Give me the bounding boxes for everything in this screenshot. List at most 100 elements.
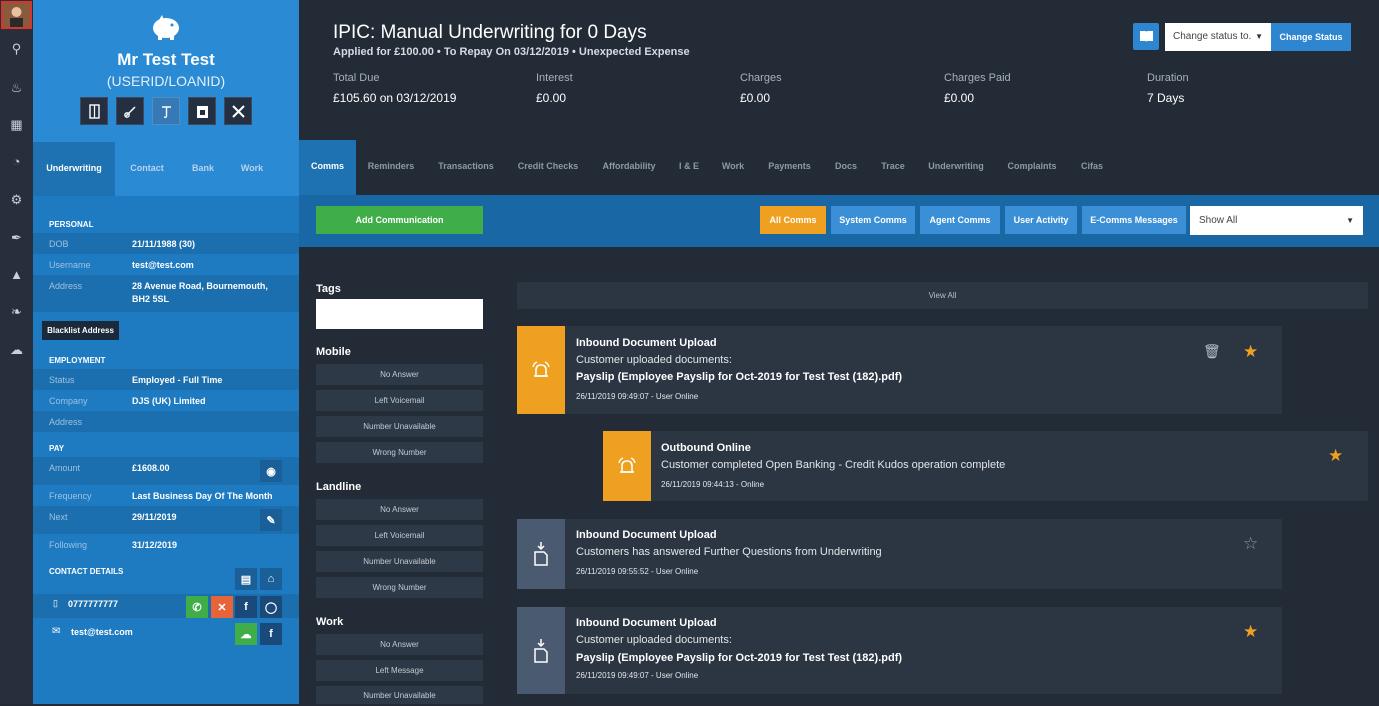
cloud-icon[interactable]: ☁ [8, 341, 25, 358]
chat-icon[interactable]: ◯ [260, 596, 282, 618]
bank-icon[interactable]: ⌂ [260, 568, 282, 590]
work-number-unavailable-button[interactable]: Number Unavailable [316, 686, 483, 704]
landline-no-answer-button[interactable]: No Answer [316, 499, 483, 520]
star-outline-icon[interactable]: ☆ [1243, 534, 1258, 554]
tab-credit-checks[interactable]: Credit Checks [513, 140, 583, 195]
contact-heading: CONTACT DETAILS [49, 567, 124, 576]
book-icon[interactable] [1133, 23, 1159, 50]
system-comms-button[interactable]: System Comms [831, 206, 915, 234]
phone-value[interactable]: 0777777777 [68, 598, 118, 611]
amount-label: Amount [49, 463, 81, 473]
tab-reminders[interactable]: Reminders [362, 140, 420, 195]
tab-work[interactable]: Work [227, 142, 277, 196]
mobile-number-unavailable-button[interactable]: Number Unavailable [316, 416, 483, 437]
star-icon[interactable]: ★ [1243, 342, 1258, 362]
comm-meta: 26/11/2019 09:49:07 - User Online [576, 392, 699, 401]
username-value: test@test.com [132, 260, 194, 270]
tab-docs[interactable]: Docs [830, 140, 862, 195]
star-icon[interactable]: ★ [1328, 446, 1343, 466]
comm-attachment[interactable]: Payslip (Employee Payslip for Oct-2019 f… [576, 652, 902, 664]
stat-label-charges: Charges [740, 72, 782, 84]
mobile-icon: ▯ [53, 598, 58, 608]
landline-left-voicemail-button[interactable]: Left Voicemail [316, 525, 483, 546]
avatar[interactable] [1, 1, 32, 29]
email-icon: ✉ [52, 626, 61, 637]
comm-card[interactable]: Inbound Document Upload Customers has an… [517, 519, 1282, 589]
bell-icon[interactable]: ♨ [8, 79, 25, 96]
tab-transactions[interactable]: Transactions [433, 140, 499, 195]
work-no-answer-button[interactable]: No Answer [316, 634, 483, 655]
change-status-button[interactable]: Change Status [1271, 23, 1351, 51]
tab-underwriting[interactable]: Underwriting [924, 140, 988, 195]
search-icon[interactable]: ⚲ [8, 40, 25, 57]
online-icon[interactable]: ☁ [235, 623, 257, 645]
comm-card[interactable]: Inbound Document Upload Customer uploade… [517, 607, 1282, 694]
next-value: 29/11/2019 [132, 512, 177, 522]
stat-label-total-due: Total Due [333, 72, 380, 84]
tab-complaints[interactable]: Complaints [1002, 140, 1062, 195]
mobile-left-voicemail-button[interactable]: Left Voicemail [316, 390, 483, 411]
tab-comms[interactable]: Comms [299, 140, 356, 195]
agent-comms-button[interactable]: Agent Comms [920, 206, 1000, 234]
all-comms-button[interactable]: All Comms [760, 206, 826, 234]
comm-text: Customer uploaded documents: [576, 634, 732, 646]
chevron-down-icon: ▼ [1255, 32, 1263, 41]
tools-icon[interactable] [224, 97, 252, 125]
tab-contact[interactable]: Contact [115, 142, 179, 196]
tab-work[interactable]: Work [717, 140, 749, 195]
following-value: 31/12/2019 [132, 540, 178, 550]
tab-cifas[interactable]: Cifas [1076, 140, 1108, 195]
tab-payments[interactable]: Payments [763, 140, 816, 195]
tab-affordability[interactable]: Affordability [597, 140, 661, 195]
work-left-message-button[interactable]: Left Message [316, 660, 483, 681]
landline-number-unavailable-button[interactable]: Number Unavailable [316, 551, 483, 572]
door-icon[interactable] [80, 97, 108, 125]
megaphone-icon[interactable]: ▲ [8, 266, 25, 283]
guitar-icon[interactable]: ✒ [8, 229, 25, 246]
amount-value: £1608.00 [132, 463, 170, 473]
tab-underwriting[interactable]: Underwriting [33, 142, 115, 196]
blacklist-address-button[interactable]: Blacklist Address [42, 321, 119, 340]
pie-chart-icon[interactable]: ◔ [8, 153, 25, 170]
star-icon[interactable]: ★ [1243, 622, 1258, 642]
mobile-no-answer-button[interactable]: No Answer [316, 364, 483, 385]
email-value[interactable]: test@test.com [71, 626, 133, 639]
edit-pencil-icon[interactable]: ✎ [260, 509, 282, 531]
landline-heading: Landline [316, 481, 362, 493]
company-value: DJS (UK) Limited [132, 396, 206, 406]
comm-card[interactable]: Outbound Online Customer completed Open … [603, 431, 1368, 501]
add-communication-button[interactable]: Add Communication [316, 206, 483, 234]
facebook-icon[interactable]: f [235, 596, 257, 618]
tab-bank[interactable]: Bank [179, 142, 227, 196]
user-activity-button[interactable]: User Activity [1005, 206, 1077, 234]
tags-input[interactable] [316, 299, 483, 329]
guitar-icon[interactable] [116, 97, 144, 125]
tab-trace[interactable]: Trace [876, 140, 910, 195]
settings-icon[interactable]: ⚙ [8, 191, 25, 208]
archive-icon[interactable] [188, 97, 216, 125]
comm-card[interactable]: Inbound Document Upload Customer uploade… [517, 326, 1282, 414]
status-select[interactable]: Change status to. ▼ [1165, 23, 1271, 51]
tab-income-expenditure[interactable]: I & E [675, 140, 703, 195]
mobile-wrong-number-button[interactable]: Wrong Number [316, 442, 483, 463]
hangup-icon[interactable]: ✕ [211, 596, 233, 618]
company-label: Company [49, 396, 88, 406]
report-icon[interactable]: ▦ [8, 116, 25, 133]
landline-wrong-number-button[interactable]: Wrong Number [316, 577, 483, 598]
facebook-email-icon[interactable]: f [260, 623, 282, 645]
view-all-button[interactable]: View All [517, 282, 1368, 309]
e-comms-messages-button[interactable]: E-Comms Messages [1082, 206, 1186, 234]
comm-meta: 26/11/2019 09:44:13 - Online [661, 480, 765, 489]
address-label: Address [49, 281, 83, 291]
tags-heading: Tags [316, 283, 341, 295]
show-filter-select[interactable]: Show All ▼ [1190, 206, 1363, 235]
comm-attachment[interactable]: Payslip (Employee Payslip for Oct-2019 f… [576, 371, 902, 383]
trash-icon[interactable]: 🗑 [1203, 343, 1221, 360]
script-icon[interactable] [152, 97, 180, 125]
status-label: Status [49, 375, 75, 385]
eye-icon[interactable]: ◉ [260, 460, 282, 482]
leaf-icon[interactable]: ❧ [8, 303, 25, 320]
document-icon[interactable]: ▤ [235, 568, 257, 590]
call-icon[interactable]: ✆ [186, 596, 208, 618]
comm-title: Inbound Document Upload [576, 529, 717, 541]
